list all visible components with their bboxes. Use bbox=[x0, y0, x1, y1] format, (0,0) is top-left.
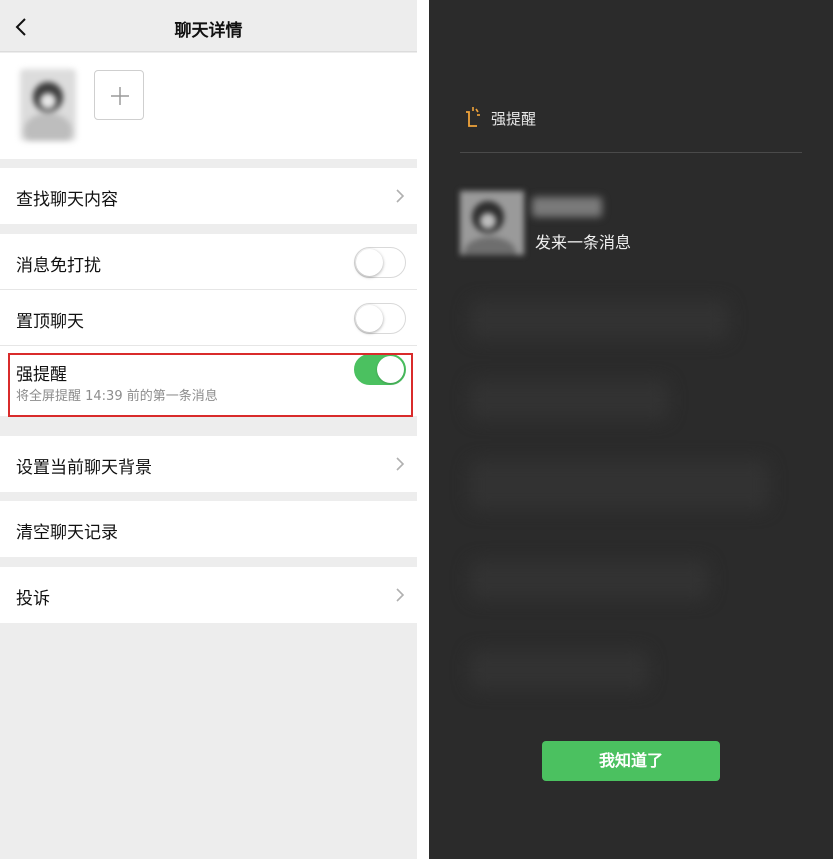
panel-divider bbox=[417, 0, 429, 859]
mute-label: 消息免打扰 bbox=[16, 256, 101, 276]
member-avatar[interactable] bbox=[20, 69, 76, 141]
clear-history-label: 清空聊天记录 bbox=[16, 523, 118, 543]
strong-reminder-row: 强提醒 将全屏提醒 14:39 前的第一条消息 bbox=[0, 346, 417, 416]
mute-row: 消息免打扰 bbox=[0, 234, 417, 290]
overlay-title: 强提醒 bbox=[491, 110, 537, 128]
member-list bbox=[0, 53, 417, 159]
nav-bar: 聊天详情 bbox=[0, 0, 417, 52]
chevron-right-icon bbox=[396, 588, 405, 602]
blurred-background bbox=[469, 460, 769, 510]
chat-background-row[interactable]: 设置当前聊天背景 bbox=[0, 436, 417, 492]
pin-toggle[interactable] bbox=[354, 303, 406, 334]
blurred-background bbox=[469, 380, 669, 420]
report-section: 投诉 bbox=[0, 567, 417, 623]
blurred-background bbox=[469, 300, 729, 340]
chevron-right-icon bbox=[396, 457, 405, 471]
page-title: 聊天详情 bbox=[174, 21, 243, 41]
chat-background-label: 设置当前聊天背景 bbox=[16, 458, 152, 478]
clear-section: 清空聊天记录 bbox=[0, 501, 417, 557]
clear-history-row[interactable]: 清空聊天记录 bbox=[0, 501, 417, 557]
confirm-button[interactable]: 我知道了 bbox=[542, 741, 720, 781]
plus-icon bbox=[111, 87, 129, 105]
report-label: 投诉 bbox=[16, 589, 50, 609]
mute-toggle[interactable] bbox=[354, 247, 406, 278]
divider bbox=[460, 152, 802, 153]
background-section: 设置当前聊天背景 bbox=[0, 436, 417, 492]
pin-label: 置顶聊天 bbox=[16, 312, 84, 332]
blurred-background bbox=[469, 560, 709, 600]
strong-reminder-label: 强提醒 bbox=[16, 365, 67, 385]
report-row[interactable]: 投诉 bbox=[0, 567, 417, 623]
chevron-right-icon bbox=[396, 189, 405, 203]
add-member-button[interactable] bbox=[94, 70, 144, 120]
chat-details-panel: 聊天详情 查找聊天内容 消息免打扰 置顶聊天 强提醒 将全屏提醒 14:39 前… bbox=[0, 0, 417, 859]
search-chat-label: 查找聊天内容 bbox=[16, 190, 118, 210]
strong-reminder-toggle[interactable] bbox=[354, 354, 406, 385]
strong-reminder-icon bbox=[466, 107, 480, 127]
message-text: 发来一条消息 bbox=[535, 233, 632, 252]
strong-reminder-subtitle: 将全屏提醒 14:39 前的第一条消息 bbox=[16, 389, 218, 404]
search-section: 查找聊天内容 bbox=[0, 168, 417, 224]
settings-section: 消息免打扰 置顶聊天 强提醒 将全屏提醒 14:39 前的第一条消息 bbox=[0, 234, 417, 416]
pin-row: 置顶聊天 bbox=[0, 290, 417, 346]
search-chat-row[interactable]: 查找聊天内容 bbox=[0, 168, 417, 224]
strong-reminder-overlay: 强提醒 发来一条消息 我知道了 bbox=[429, 0, 833, 859]
sender-avatar bbox=[460, 191, 524, 255]
sender-name bbox=[532, 197, 602, 217]
blurred-background bbox=[469, 650, 649, 690]
